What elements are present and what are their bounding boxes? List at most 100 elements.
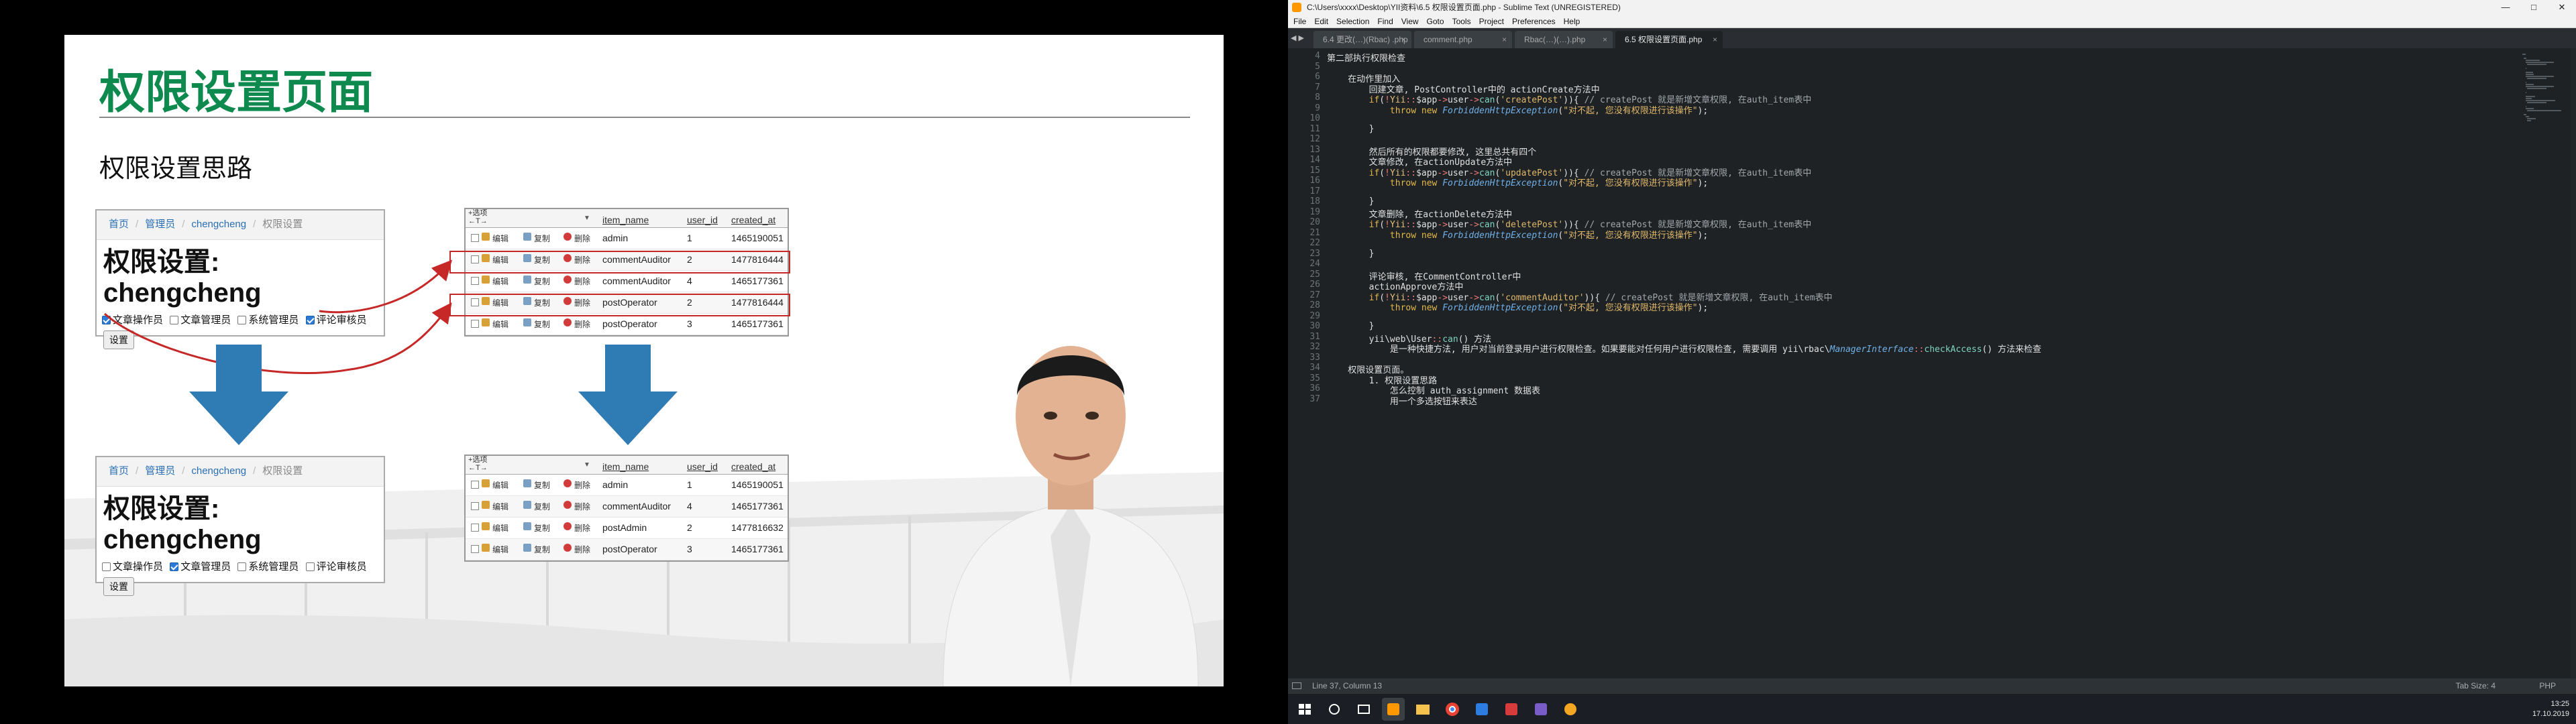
- minimap-line: [2525, 72, 2533, 73]
- tab-close-icon[interactable]: ×: [1401, 31, 1406, 48]
- code-line: 用一个多选按钮来表达: [1327, 396, 1477, 407]
- minimap[interactable]: [2520, 48, 2576, 678]
- minimap-line: [2527, 118, 2536, 119]
- minimap-line: [2525, 96, 2535, 97]
- minimap-line: [2525, 100, 2556, 101]
- line-number: 11: [1309, 123, 1320, 134]
- editor-tab[interactable]: 6.4 更改(…)(Rbac) .php ×: [1313, 31, 1411, 48]
- minimap-line: [2527, 64, 2546, 65]
- app-icon[interactable]: [1559, 698, 1582, 721]
- app-icon[interactable]: [1470, 698, 1493, 721]
- editor-tab[interactable]: 6.5 权限设置页面.php ×: [1615, 31, 1723, 48]
- vertical-scrollbar[interactable]: [2571, 48, 2576, 678]
- editor-tab[interactable]: Rbac(…)(…).php ×: [1515, 31, 1613, 48]
- chrome-icon[interactable]: [1441, 698, 1464, 721]
- arrow-line: [319, 259, 453, 314]
- line-number: 12: [1309, 134, 1320, 144]
- screen: 权限设置页面 权限设置思路 首页 / 管理员 / chengcheng / 权限设置 权限设…: [0, 0, 2576, 724]
- line-number: 8: [1315, 93, 1320, 103]
- syntax-selector[interactable]: PHP: [2539, 678, 2556, 693]
- menu-bar: File Edit Selection Find View Goto Tools Projec…: [1288, 15, 2576, 28]
- line-number: 33: [1309, 352, 1320, 363]
- line-number: 15: [1309, 165, 1320, 176]
- line-number: 6: [1315, 72, 1320, 82]
- line-number: 26: [1309, 280, 1320, 290]
- search-icon[interactable]: [1323, 698, 1346, 721]
- line-number: 16: [1309, 176, 1320, 186]
- line-number: 30: [1309, 321, 1320, 331]
- tab-close-icon[interactable]: ×: [1502, 31, 1507, 48]
- menu-item-find[interactable]: Find: [1377, 17, 1393, 26]
- line-number: 13: [1309, 144, 1320, 155]
- window-titlebar: C:\Users\xxxx\Desktop\YII资料\6.5 权限设置页面.p…: [1288, 0, 2576, 15]
- line-number: 35: [1309, 373, 1320, 383]
- code-line: }: [1327, 248, 1375, 259]
- system-clock[interactable]: 13:25 17.10.2019: [2532, 699, 2569, 719]
- line-number: 4: [1315, 51, 1320, 61]
- menu-item-project[interactable]: Project: [1479, 17, 1504, 26]
- line-number: 34: [1309, 363, 1320, 373]
- line-number: 7: [1315, 82, 1320, 93]
- line-number: 37: [1309, 394, 1320, 404]
- minimap-line: [2527, 120, 2531, 121]
- lecture-slide: 权限设置页面 权限设置思路 首页 / 管理员 / chengcheng / 权限设置 权限设…: [64, 35, 1224, 686]
- minimap-line: [2527, 78, 2546, 79]
- line-number: 28: [1309, 300, 1320, 310]
- video-panel: 权限设置页面 权限设置思路 首页 / 管理员 / chengcheng / 权限设置 权限设…: [0, 0, 1288, 724]
- minimap-line: [2527, 110, 2562, 111]
- menu-item-selection[interactable]: Selection: [1336, 17, 1369, 26]
- line-number-gutter: 4 5 6 7 8 9 10 11 12 13 14 15 16 17 18 19 20 21 22 23 24 25 26…: [1288, 48, 1327, 678]
- file-explorer-icon[interactable]: [1411, 698, 1434, 721]
- tab-label: 6.5 权限设置页面.php: [1625, 35, 1703, 44]
- window-title: C:\Users\xxxx\Desktop\YII资料\6.5 权限设置页面.p…: [1307, 3, 1621, 12]
- minimize-icon[interactable]: —: [2491, 0, 2520, 15]
- menu-item-file[interactable]: File: [1293, 17, 1306, 26]
- sublime-text-taskbar-icon[interactable]: [1382, 698, 1405, 721]
- app-icon[interactable]: [1529, 698, 1552, 721]
- minimap-line: [2525, 62, 2555, 63]
- sublime-app-icon: [1292, 3, 1301, 12]
- menu-item-view[interactable]: View: [1401, 17, 1419, 26]
- line-number: 20: [1309, 217, 1320, 227]
- line-number: 9: [1315, 103, 1320, 113]
- minimap-line: [2525, 60, 2540, 61]
- line-number: 23: [1309, 248, 1320, 259]
- code-line: 是一种快捷方法, 用户对当前登录用户进行权限检查。如果要能对任何用户进行权限检查…: [1327, 345, 2041, 355]
- tab-label: 6.4 更改(…)(Rbac) .php: [1323, 35, 1408, 44]
- tab-label: Rbac(…)(…).php: [1524, 35, 1586, 44]
- tab-close-icon[interactable]: ×: [1603, 31, 1607, 48]
- menu-item-help[interactable]: Help: [1564, 17, 1580, 26]
- code-line: }: [1327, 123, 1375, 134]
- minimap-line: [2527, 102, 2546, 103]
- panel-toggle-icon[interactable]: [1292, 682, 1301, 689]
- close-icon[interactable]: ✕: [2548, 0, 2576, 15]
- line-number: 22: [1309, 238, 1320, 248]
- menu-item-goto[interactable]: Goto: [1427, 17, 1444, 26]
- editor-tab[interactable]: comment.php ×: [1414, 31, 1512, 48]
- tab-size-selector[interactable]: Tab Size: 4: [2456, 678, 2496, 693]
- line-number: 14: [1309, 155, 1320, 165]
- code-editor[interactable]: 第二部执行权限检查 在动作里加入 回建文章, PostController中的 …: [1327, 48, 2508, 678]
- app-icon[interactable]: [1500, 698, 1523, 721]
- tab-nav-arrows-icon[interactable]: ◀ ▶: [1291, 34, 1304, 42]
- window-controls: — □ ✕: [2491, 0, 2576, 15]
- windows-start-icon[interactable]: [1293, 698, 1316, 721]
- down-arrow-icon: [578, 345, 678, 445]
- menu-item-tools[interactable]: Tools: [1452, 17, 1471, 26]
- line-number: 27: [1309, 290, 1320, 300]
- cursor-position: Line 37, Column 13: [1312, 681, 1383, 690]
- presenter-image: [943, 346, 1199, 686]
- tab-close-icon[interactable]: ×: [1713, 31, 1717, 48]
- menu-item-preferences[interactable]: Preferences: [1512, 17, 1556, 26]
- menu-item-edit[interactable]: Edit: [1314, 17, 1328, 26]
- maximize-icon[interactable]: □: [2520, 0, 2548, 15]
- line-number: 21: [1309, 227, 1320, 238]
- down-arrow-icon: [189, 345, 288, 445]
- line-number: 36: [1309, 383, 1320, 394]
- task-view-icon[interactable]: [1352, 698, 1375, 721]
- tab-label: comment.php: [1424, 35, 1472, 44]
- code-line: throw new ForbiddenHttpException("对不起, 您…: [1389, 303, 1709, 313]
- line-number: 25: [1309, 269, 1320, 280]
- code-line: }: [1327, 196, 1375, 206]
- sublime-text-window: C:\Users\xxxx\Desktop\YII资料\6.5 权限设置页面.p…: [1288, 0, 2576, 724]
